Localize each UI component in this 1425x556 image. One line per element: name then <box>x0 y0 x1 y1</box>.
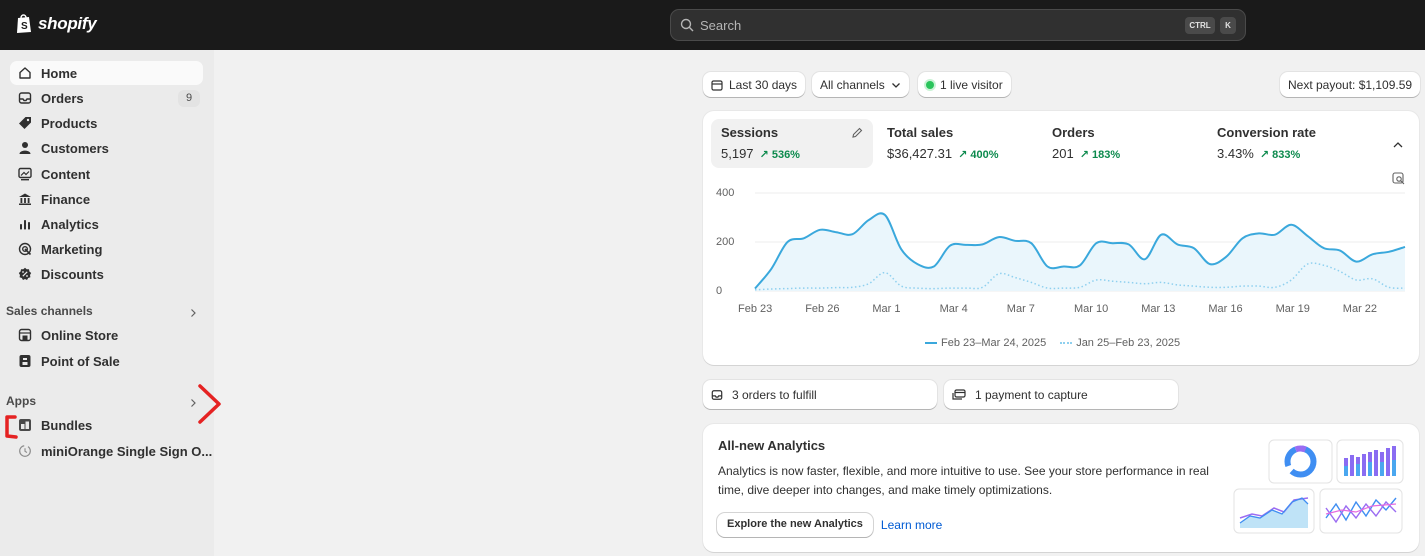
discount-icon <box>18 267 32 280</box>
sidebar-item-analytics[interactable]: Analytics <box>10 212 203 236</box>
sidebar-item-products[interactable]: Products <box>10 111 203 135</box>
x-tick-label: Mar 22 <box>1342 303 1378 315</box>
sidebar-item-label: Point of Sale <box>41 353 120 369</box>
bank-icon <box>19 193 31 205</box>
sidebar-item-label: Bundles <box>41 417 93 433</box>
x-tick-label: Mar 1 <box>872 303 901 315</box>
metrics-card: Sessions 5,197 ↗ 536% Total sales $36,42… <box>703 111 1419 365</box>
analytics-illustration <box>1233 439 1404 534</box>
legend-current-period[interactable]: Feb 23–Mar 24, 2025 <box>925 337 1046 349</box>
search-placeholder: Search <box>700 18 742 33</box>
pos-icon <box>19 355 31 367</box>
inbox-icon <box>18 92 32 104</box>
logo-text: shopify <box>38 13 97 33</box>
legend-previous-period[interactable]: Jan 25–Feb 23, 2025 <box>1060 337 1180 349</box>
shopify-logo[interactable]: S shopify <box>16 13 97 34</box>
shortcut-k-key: K <box>1220 17 1236 34</box>
sidebar-item-label: Content <box>41 166 91 182</box>
date-range-button[interactable]: Last 30 days <box>703 72 806 97</box>
sessions-line-chart <box>754 192 1406 292</box>
promo-actions: Explore the new Analytics Learn more <box>717 513 942 537</box>
red-annotation-bracket <box>5 415 18 439</box>
analytics-promo-card: All-new Analytics Analytics is now faste… <box>703 424 1419 552</box>
shopify-bag-icon: S <box>17 14 31 33</box>
chart-legend: Feb 23–Mar 24, 2025 Jan 25–Feb 23, 2025 <box>925 337 1180 349</box>
promo-body: Analytics is now faster, flexible, and m… <box>718 464 1209 497</box>
sales-channels-title[interactable]: Sales channels <box>6 304 93 318</box>
app-placeholder-icon <box>19 445 31 457</box>
sidebar-item-label: Online Store <box>41 327 119 343</box>
x-tick-label: Mar 10 <box>1074 303 1109 315</box>
channels-dropdown[interactable]: All channels <box>812 72 909 97</box>
live-status-dot <box>926 80 934 89</box>
x-tick-label: Mar 4 <box>939 303 968 315</box>
sidebar-item-label: Finance <box>41 191 91 207</box>
sidebar-item-label: miniOrange Single Sign O... <box>41 443 213 459</box>
explore-analytics-button[interactable]: Explore the new Analytics <box>717 513 873 537</box>
sidebar-item-label: Marketing <box>41 241 103 257</box>
chevron-right-icon[interactable] <box>188 308 198 318</box>
x-tick-label: Mar 16 <box>1208 303 1243 315</box>
live-visitor-label: 1 live visitor <box>940 77 1003 92</box>
task-label: 1 payment to capture <box>975 387 1088 402</box>
x-tick-label: Feb 23 <box>738 303 773 315</box>
person-icon <box>19 142 31 154</box>
x-tick-label: Mar 19 <box>1275 303 1310 315</box>
sidebar-item-online-store[interactable]: Online Store <box>10 323 203 347</box>
sidebar-item-label: Home <box>41 65 78 81</box>
sidebar-item-label: Discounts <box>41 266 104 282</box>
orders-to-fulfill-task[interactable]: 3 orders to fulfill <box>703 380 937 409</box>
orders-count-badge: 9 <box>178 90 200 107</box>
red-annotation-arrow <box>198 384 221 424</box>
promo-title: All-new Analytics <box>718 438 826 453</box>
sidebar-item-miniorange[interactable]: miniOrange Single Sign O... <box>10 439 212 463</box>
sidebar-item-customers[interactable]: Customers <box>10 136 203 160</box>
sidebar-item-label: Analytics <box>41 216 99 232</box>
sidebar-item-point-of-sale[interactable]: Point of Sale <box>10 349 203 373</box>
sidebar-item-label: Products <box>41 115 98 131</box>
sidebar-item-marketing[interactable]: Marketing <box>10 237 203 261</box>
search-icon <box>680 18 694 32</box>
sidebar-item-label: Customers <box>41 140 109 156</box>
date-range-label: Last 30 days <box>729 77 798 92</box>
sidebar-item-discounts[interactable]: Discounts <box>10 262 203 286</box>
sidebar-item-orders[interactable]: Orders 9 <box>10 86 203 110</box>
channels-label: All channels <box>820 77 885 92</box>
store-icon <box>18 328 32 342</box>
payment-icon <box>952 388 966 400</box>
image-icon <box>18 167 32 181</box>
home-icon <box>19 67 31 79</box>
series-area-current <box>755 213 1405 291</box>
top-bar: S shopify Search CTRL K <box>0 0 1425 50</box>
search-input[interactable]: Search CTRL K <box>670 9 1246 41</box>
next-payout-button[interactable]: Next payout: $1,109.59 <box>1280 72 1421 97</box>
next-payout-label: Next payout: $1,109.59 <box>1288 77 1413 92</box>
x-tick-label: Feb 26 <box>805 303 840 315</box>
x-tick-label: Mar 7 <box>1006 303 1035 315</box>
sidebar-item-bundles[interactable]: Bundles <box>10 413 203 437</box>
bar-chart-icon <box>20 220 30 230</box>
sidebar-item-label: Orders <box>41 90 84 106</box>
target-icon <box>18 242 32 256</box>
inbox-icon <box>711 389 723 400</box>
sidebar-item-content[interactable]: Content <box>10 162 203 186</box>
calendar-icon <box>711 79 723 91</box>
sidebar: Home Orders 9 Products Customers Content… <box>0 50 214 556</box>
sidebar-item-home[interactable]: Home <box>10 61 203 85</box>
tag-icon <box>19 117 31 129</box>
x-tick-label: Mar 13 <box>1141 303 1176 315</box>
learn-more-link[interactable]: Learn more <box>881 518 942 532</box>
shortcut-ctrl-key: CTRL <box>1185 17 1215 34</box>
task-label: 3 orders to fulfill <box>732 387 817 402</box>
live-visitor-button[interactable]: 1 live visitor <box>918 72 1011 97</box>
payment-to-capture-task[interactable]: 1 payment to capture <box>944 380 1178 409</box>
chevron-down-icon <box>891 82 900 88</box>
svg-text:S: S <box>21 21 28 32</box>
sidebar-item-finance[interactable]: Finance <box>10 187 203 211</box>
